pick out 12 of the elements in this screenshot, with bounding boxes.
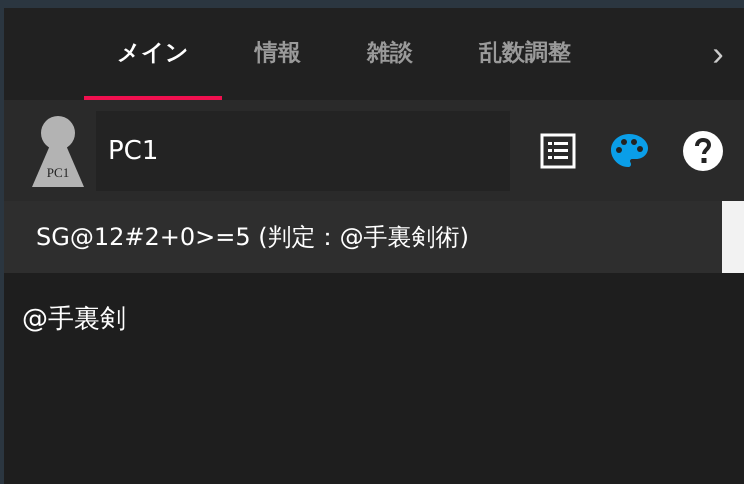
help-icon[interactable] — [682, 130, 724, 172]
chat-input[interactable]: @手裏剣 — [4, 291, 744, 484]
character-field[interactable]: PC1 PC1 — [20, 110, 510, 190]
avatar-label: PC1 — [46, 164, 70, 180]
character-name: PC1 — [108, 136, 158, 166]
tab[interactable]: 乱数調整 — [446, 8, 604, 100]
palette-icon[interactable] — [610, 132, 648, 168]
scrollbar[interactable] — [722, 201, 744, 273]
tab[interactable]: 情報 — [222, 8, 334, 100]
next-tabs-button[interactable]: › — [696, 8, 740, 100]
tab[interactable]: 雑談 — [334, 8, 446, 100]
list-icon[interactable] — [540, 132, 576, 168]
